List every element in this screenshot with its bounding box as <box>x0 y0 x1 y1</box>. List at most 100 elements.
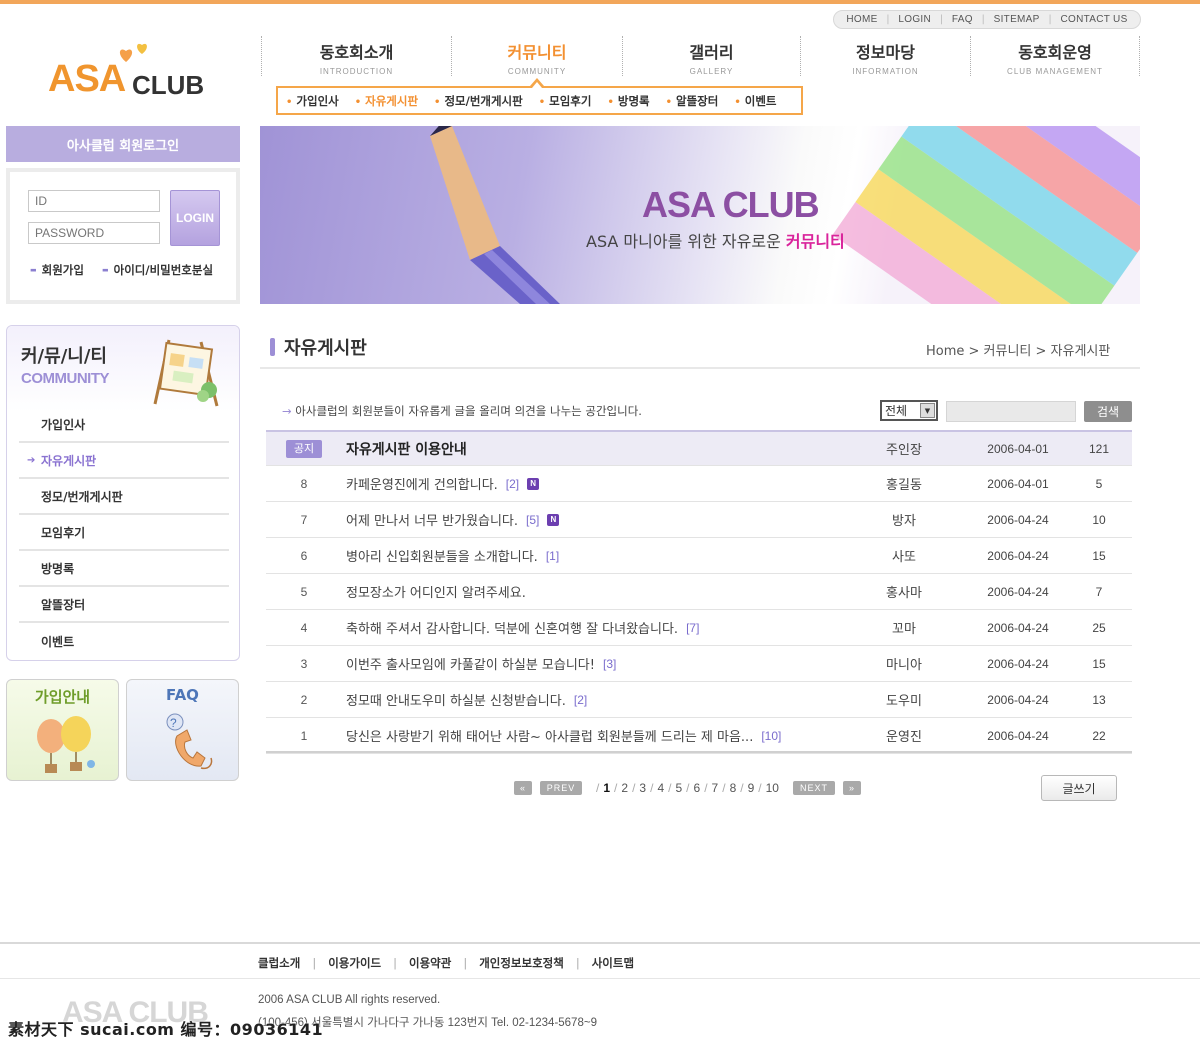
join-guide-banner[interactable]: 가입안내 <box>6 679 119 781</box>
page-number-link[interactable]: 9 <box>748 781 755 795</box>
post-subject-cell[interactable]: 이번주 출사모임에 카풀같이 하실분 모습니다! [3] <box>346 646 616 681</box>
next-page-button[interactable]: NEXT <box>792 781 835 795</box>
post-subject[interactable]: 어제 만나서 너무 반가웠습니다. <box>346 510 518 529</box>
table-row[interactable]: 5 정모장소가 어디인지 알려주세요. 홍사마 2006-04-24 7 <box>266 574 1132 610</box>
page-sep: / <box>758 781 762 795</box>
search-scope-select[interactable]: 전체 ▼ <box>880 400 938 421</box>
nav-gallery[interactable]: 갤러리 GALLERY <box>622 36 800 76</box>
post-subject[interactable]: 병아리 신입회원분들을 소개합니다. <box>346 546 538 565</box>
page-number-link[interactable]: 3 <box>639 781 646 795</box>
table-row[interactable]: 8 카페운영진에게 건의합니다. [2] N 홍길동 2006-04-01 5 <box>266 466 1132 502</box>
post-subject-cell[interactable]: 정모장소가 어디인지 알려주세요. <box>346 574 526 609</box>
post-subject[interactable]: 정모장소가 어디인지 알려주세요. <box>346 582 526 601</box>
footer-link-terms[interactable]: 이용약관 <box>409 955 451 971</box>
pencil-icon <box>430 126 560 304</box>
find-account-link[interactable]: 아이디/비밀번호분실 <box>102 262 213 278</box>
post-subject-cell[interactable]: 축하해 주셔서 감사합니다. 덕분에 신혼여행 잘 다녀왔습니다. [7] <box>346 610 699 645</box>
sidebar-item-event[interactable]: 이벤트 <box>19 623 229 659</box>
util-faq-link[interactable]: FAQ <box>952 14 973 25</box>
footer-sep: | <box>312 956 317 970</box>
faq-banner[interactable]: FAQ ? <box>126 679 239 781</box>
table-row[interactable]: 7 어제 만나서 너무 반가웠습니다. [5] N 방자 2006-04-24 10 <box>266 502 1132 538</box>
post-writer: 마니아 <box>886 658 922 673</box>
footer-link-sitemap[interactable]: 사이트맵 <box>592 955 634 971</box>
subnav-event[interactable]: 이벤트 <box>734 93 777 109</box>
last-page-icon[interactable]: » <box>842 781 861 795</box>
post-subject-cell[interactable]: 당신은 사랑받기 위해 태어난 사람~ 아사클럽 회원분들께 드리는 제 마음.… <box>346 718 781 753</box>
footer-link-guide[interactable]: 이용가이드 <box>328 955 381 971</box>
table-row[interactable]: 3 이번주 출사모임에 카풀같이 하실분 모습니다! [3] 마니아 2006-04-2… <box>266 646 1132 682</box>
search-input[interactable] <box>946 401 1076 422</box>
post-subject[interactable]: 이번주 출사모임에 카풀같이 하실분 모습니다! <box>346 654 595 673</box>
notice-row[interactable]: 공지 자유게시판 이용안내 주인장 2006-04-01 121 <box>266 430 1132 466</box>
sidebar-item-reviews[interactable]: 모임후기 <box>19 515 229 551</box>
first-page-icon[interactable]: « <box>514 781 532 795</box>
id-input[interactable] <box>28 190 160 212</box>
search-scope-value: 전체 <box>885 404 908 418</box>
page-number-link[interactable]: 7 <box>712 781 719 795</box>
password-input[interactable] <box>28 222 160 244</box>
sidebar-item-greeting[interactable]: 가입인사 <box>19 407 229 443</box>
prev-page-button[interactable]: PREV <box>540 781 582 795</box>
post-subject-cell[interactable]: 어제 만나서 너무 반가웠습니다. [5] N <box>346 502 560 537</box>
subnav-free-board[interactable]: 자유게시판 <box>355 93 418 109</box>
table-row[interactable]: 6 병아리 신입회원분들을 소개합니다. [1] 사또 2006-04-24 15 <box>266 538 1132 574</box>
post-subject-cell[interactable]: 정모때 안내도우미 하실분 신청받습니다. [2] <box>346 682 587 717</box>
sidebar-item-guestbook[interactable]: 방명록 <box>19 551 229 587</box>
page-number-link[interactable]: 8 <box>730 781 737 795</box>
nav-introduction[interactable]: 동호회소개 INTRODUCTION <box>261 36 451 76</box>
page-number-link[interactable]: 4 <box>657 781 664 795</box>
subnav-guestbook[interactable]: 방명록 <box>607 93 650 109</box>
subnav-market[interactable]: 알뜰장터 <box>666 93 718 109</box>
post-writer: 홍사마 <box>886 586 922 601</box>
footer-link-about[interactable]: 클럽소개 <box>258 955 300 971</box>
page-title: 자유게시판 <box>284 338 367 359</box>
util-sep: | <box>981 14 985 25</box>
subnav-reviews[interactable]: 모임후기 <box>539 93 591 109</box>
util-login-link[interactable]: LOGIN <box>898 14 931 25</box>
nav-label: 정보마당 <box>856 43 915 62</box>
footer-link-privacy[interactable]: 개인정보보호정책 <box>479 955 564 971</box>
login-button[interactable]: LOGIN <box>170 190 220 246</box>
nav-label: 갤러리 <box>689 43 734 62</box>
join-link[interactable]: 회원가입 <box>30 262 84 278</box>
post-subject-cell[interactable]: 병아리 신입회원분들을 소개합니다. [1] <box>346 538 559 573</box>
sidebar-item-market[interactable]: 알뜰장터 <box>19 587 229 623</box>
sidebar-item-free-board[interactable]: 자유게시판 <box>19 443 229 479</box>
util-contact-link[interactable]: CONTACT US <box>1060 14 1127 25</box>
util-sitemap-link[interactable]: SITEMAP <box>994 14 1040 25</box>
hero-banner: ASA CLUB ASA 마니아를 위한 자유로운 커뮤니티 <box>260 126 1140 304</box>
post-hits: 25 <box>1092 620 1106 635</box>
page-number-link[interactable]: 10 <box>766 781 779 795</box>
post-subject[interactable]: 자유게시판 이용안내 <box>346 432 467 465</box>
post-subject[interactable]: 축하해 주셔서 감사합니다. 덕분에 신혼여행 잘 다녀왔습니다. <box>346 618 678 637</box>
post-subject[interactable]: 당신은 사랑받기 위해 태어난 사람~ 아사클럽 회원분들께 드리는 제 마음.… <box>346 726 753 745</box>
post-subject-cell[interactable]: 카페운영진에게 건의합니다. [2] N <box>346 466 540 501</box>
post-writer: 사또 <box>892 550 916 565</box>
sidebar-item-meetup-board[interactable]: 정모/번개게시판 <box>19 479 229 515</box>
page-number-link[interactable]: 6 <box>694 781 701 795</box>
subnav-meetup-board[interactable]: 정모/번개게시판 <box>434 93 522 109</box>
util-home-link[interactable]: HOME <box>846 14 877 25</box>
nav-community[interactable]: 커뮤니티 COMMUNITY <box>451 36 622 76</box>
nav-information[interactable]: 정보마당 INFORMATION <box>800 36 970 76</box>
page-number-link[interactable]: 1 <box>603 781 610 795</box>
subnav-greeting[interactable]: 가입인사 <box>286 93 338 109</box>
pagination: « PREV /1/2/3/4/5/6/7/8/9/10 NEXT » <box>514 778 861 798</box>
post-writer: 홍길동 <box>886 478 922 493</box>
table-row[interactable]: 2 정모때 안내도우미 하실분 신청받습니다. [2] 도우미 2006-04-24 13 <box>266 682 1132 718</box>
notice-badge-cell: 공지 <box>266 432 342 465</box>
table-row[interactable]: 1 당신은 사랑받기 위해 태어난 사람~ 아사클럽 회원분들께 드리는 제 마음… <box>266 718 1132 754</box>
search-button[interactable]: 검색 <box>1084 401 1132 422</box>
post-subject[interactable]: 카페운영진에게 건의합니다. <box>346 474 498 493</box>
site-logo[interactable]: ASA CLUB <box>48 40 208 100</box>
post-subject[interactable]: 정모때 안내도우미 하실분 신청받습니다. <box>346 690 566 709</box>
nav-club-management[interactable]: 동호회운영 CLUB MANAGEMENT <box>970 36 1139 76</box>
write-button[interactable]: 글쓰기 <box>1041 775 1117 801</box>
table-row[interactable]: 4 축하해 주셔서 감사합니다. 덕분에 신혼여행 잘 다녀왔습니다. [7] 꼬마 2… <box>266 610 1132 646</box>
page-number-link[interactable]: 2 <box>621 781 628 795</box>
post-writer: 주인장 <box>886 443 922 458</box>
nav-sublabel: INFORMATION <box>852 67 919 76</box>
footer-links: 클럽소개 | 이용가이드 | 이용약관 | 개인정보보호정책 | 사이트맵 <box>258 955 634 971</box>
page-number-link[interactable]: 5 <box>675 781 682 795</box>
